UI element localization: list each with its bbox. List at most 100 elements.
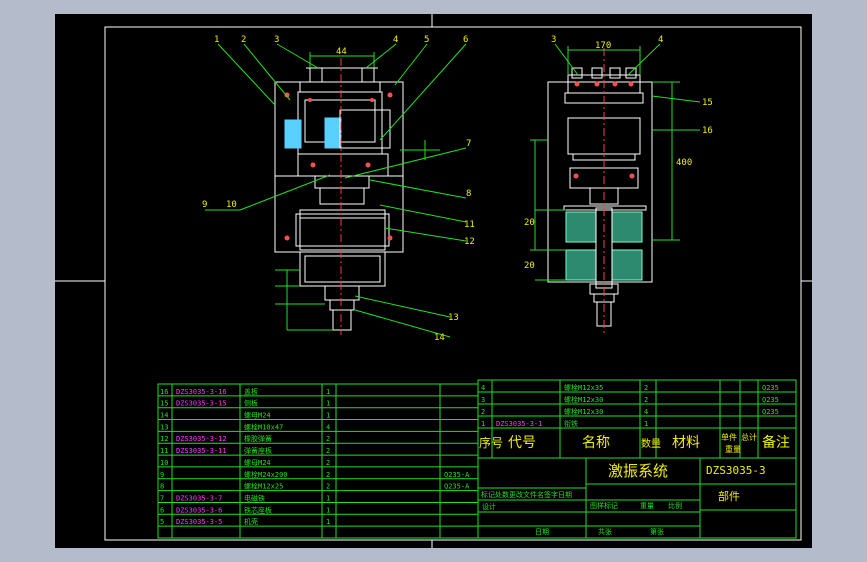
parts-right-name: 衔铁	[564, 419, 578, 428]
parts-left-no: 6	[160, 506, 164, 514]
parts-left-name: 螺母M24	[244, 458, 271, 467]
coil-right	[324, 117, 342, 149]
dim-side-top: 170	[595, 41, 611, 51]
parts-left-no: 11	[160, 447, 168, 455]
parts-left-no: 10	[160, 459, 168, 467]
hdr-total: 总计	[741, 432, 757, 442]
parts-left-no: 12	[160, 435, 168, 443]
parts-left-code: DZS3035-3-16	[176, 388, 227, 396]
dim-side-a: 20	[524, 218, 535, 228]
date-label: 日期	[535, 528, 549, 536]
parts-right-note: Q235	[762, 408, 779, 416]
parts-left-mat: Q235-A	[444, 471, 470, 479]
drawing-sheet	[55, 14, 812, 548]
revision-row: 标记处数更改文件名签字日期	[481, 490, 572, 499]
parts-left-mat: Q235-A	[444, 483, 470, 491]
parts-left-code: DZS3035-3-11	[176, 447, 227, 455]
parts-left-qty: 1	[326, 388, 330, 396]
sheets-label: 共张	[598, 527, 612, 536]
dim-side-height: 400	[676, 158, 692, 168]
parts-left-qty: 1	[326, 518, 330, 526]
parts-left-code: DZS3035-3-7	[176, 494, 222, 502]
parts-left-no: 16	[160, 388, 168, 396]
balloon-r15: 15	[702, 98, 713, 108]
parts-left-name: 橡胶弹簧	[244, 434, 272, 443]
dim-top-width: 44	[336, 47, 347, 57]
parts-left-qty: 2	[326, 447, 330, 455]
parts-left-qty: 1	[326, 412, 330, 420]
hdr-qty: 数量	[641, 437, 661, 450]
parts-left-qty: 2	[326, 435, 330, 443]
balloon-12: 12	[464, 237, 475, 247]
parts-left-no: 14	[160, 412, 168, 420]
balloon-8: 8	[466, 189, 471, 199]
stage-label-2: 重量	[640, 502, 654, 510]
project-title: 激振系统	[608, 462, 668, 480]
rubber-block-lr	[611, 249, 643, 281]
parts-right-name: 螺栓M12x35	[564, 383, 603, 392]
parts-right-no: 2	[481, 408, 485, 416]
parts-left-qty: 2	[326, 459, 330, 467]
parts-left-name: 铁芯座板	[244, 505, 272, 514]
balloon-1: 1	[214, 35, 219, 45]
hdr-code: 代号	[508, 435, 536, 451]
parts-right-qty: 4	[644, 408, 648, 416]
rubber-block-ll	[565, 249, 597, 281]
parts-left-code: DZS3035-3-12	[176, 435, 227, 443]
parts-right-qty: 2	[644, 396, 648, 404]
parts-left-name: 弹簧座板	[244, 446, 272, 455]
balloon-14: 14	[434, 333, 445, 343]
parts-right-no: 1	[481, 420, 485, 428]
cad-drawing-canvas: 1 2 3 4 5 6 7 8 9 10 11 12 13 14 44 3 4 …	[55, 14, 812, 548]
parts-left-name: 机壳	[244, 517, 258, 526]
parts-right-name: 螺栓M12x30	[564, 407, 603, 416]
parts-left-qty: 2	[326, 471, 330, 479]
parts-left-name: 螺母M24	[244, 411, 271, 420]
parts-right-code: DZS3035-3-1	[496, 420, 542, 428]
balloon-9: 9	[202, 200, 207, 210]
drawing-number: DZS3035-3	[706, 464, 766, 477]
parts-right-note: Q235	[762, 384, 779, 392]
hdr-note: 备注	[762, 434, 790, 451]
rubber-block-ul	[565, 211, 597, 243]
sheet-label: 第张	[650, 527, 664, 536]
parts-left-name: 螺栓M24x200	[244, 470, 288, 479]
balloon-r4: 4	[658, 35, 663, 45]
parts-left-name: 盖板	[244, 387, 258, 396]
balloon-2: 2	[241, 35, 246, 45]
parts-left-qty: 4	[326, 423, 330, 431]
balloon-10: 10	[226, 200, 237, 210]
parts-left-no: 5	[160, 518, 164, 526]
parts-left-no: 8	[160, 483, 164, 491]
parts-left-name: 电磁铁	[244, 493, 265, 502]
parts-left-name: 螺栓M10x47	[244, 422, 283, 431]
parts-right-no: 4	[481, 384, 485, 392]
parts-left-code: DZS3035-3-15	[176, 400, 227, 408]
parts-left-name: 侧板	[244, 399, 258, 408]
stage-label-3: 比例	[668, 501, 682, 510]
design-label: 设计	[482, 502, 496, 511]
parts-right-qty: 1	[644, 420, 648, 428]
dim-side-b: 20	[524, 261, 535, 271]
balloon-11: 11	[464, 220, 475, 230]
balloon-4: 4	[393, 35, 398, 45]
hdr-weight: 重量	[725, 444, 741, 454]
parts-left-no: 13	[160, 423, 168, 431]
parts-left-no: 9	[160, 471, 164, 479]
balloon-r16: 16	[702, 126, 713, 136]
balloon-7: 7	[466, 139, 471, 149]
parts-left-no: 7	[160, 494, 164, 502]
hdr-unit: 单件	[721, 432, 737, 442]
balloon-13: 13	[448, 313, 459, 323]
parts-left-name: 螺栓M12x25	[244, 482, 283, 491]
hdr-no: 序号	[479, 435, 503, 450]
parts-left-no: 15	[160, 400, 168, 408]
hdr-name: 名称	[582, 435, 610, 451]
coil-left	[284, 119, 302, 149]
parts-left-code: DZS3035-3-5	[176, 518, 222, 526]
balloon-6: 6	[463, 35, 468, 45]
parts-left-qty: 1	[326, 400, 330, 408]
balloon-5: 5	[424, 35, 429, 45]
parts-left-code: DZS3035-3-6	[176, 506, 222, 514]
parts-left-qty: 2	[326, 483, 330, 491]
